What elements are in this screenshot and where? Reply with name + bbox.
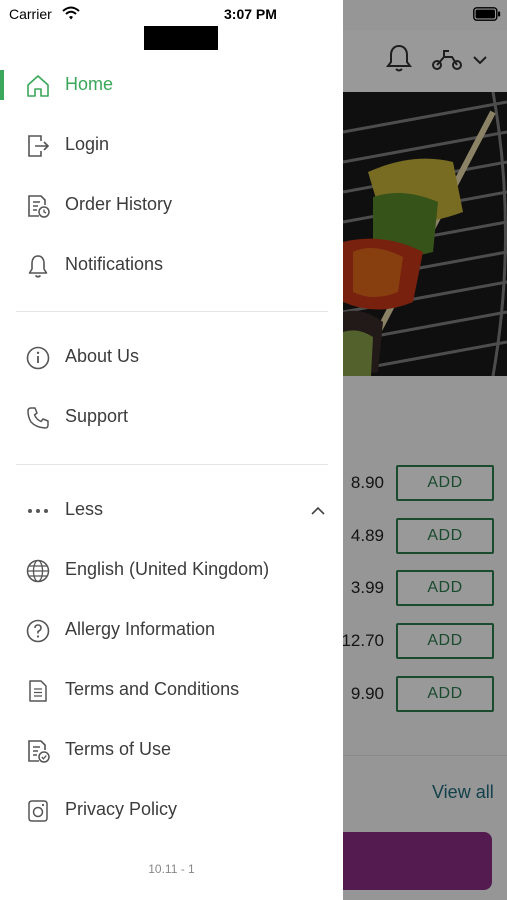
- status-bar: Carrier 3:07 PM: [0, 0, 507, 28]
- menu-item-label: Terms and Conditions: [65, 679, 240, 699]
- menu-item-order-history[interactable]: Order History: [0, 178, 343, 234]
- globe-icon: [24, 557, 52, 585]
- menu-item-label: About Us: [65, 346, 140, 366]
- menu-item-allergy-information[interactable]: Allergy Information: [0, 603, 343, 659]
- menu-item-support[interactable]: Support: [0, 390, 343, 446]
- document-check-icon: [24, 737, 52, 765]
- menu-item-language[interactable]: English (United Kingdom): [0, 543, 343, 599]
- menu-item-less[interactable]: Less: [0, 483, 343, 539]
- menu-item-home[interactable]: Home: [0, 58, 343, 114]
- login-icon: [24, 132, 52, 160]
- menu-item-label: Less: [65, 499, 104, 519]
- order-history-icon: [24, 192, 52, 220]
- phone-icon: [24, 404, 52, 432]
- separator: [16, 464, 328, 465]
- menu-item-label: Allergy Information: [65, 619, 216, 639]
- separator: [16, 311, 328, 312]
- menu-item-label: Notifications: [65, 254, 164, 274]
- menu-item-about-us[interactable]: About Us: [0, 330, 343, 386]
- menu-item-label: English (United Kingdom): [65, 559, 270, 579]
- chevron-up-icon[interactable]: [310, 505, 326, 517]
- wifi-icon: [62, 6, 80, 20]
- menu-item-label: Support: [65, 406, 129, 426]
- battery-icon: [473, 7, 501, 21]
- bell-icon: [24, 252, 52, 280]
- navigation-drawer: Home Login Order History Notifications A…: [0, 0, 343, 900]
- more-dots-icon: [24, 497, 52, 525]
- question-icon: [24, 617, 52, 645]
- info-icon: [24, 344, 52, 372]
- menu-item-label: Privacy Policy: [65, 799, 178, 819]
- menu-item-label: Login: [65, 134, 110, 154]
- menu-item-terms-and-conditions[interactable]: Terms and Conditions: [0, 663, 343, 719]
- document-icon: [24, 677, 52, 705]
- menu-item-login[interactable]: Login: [0, 118, 343, 174]
- menu-item-label: Order History: [65, 194, 173, 214]
- home-icon: [24, 72, 52, 100]
- app-version: 10.11 - 1: [148, 862, 195, 876]
- clock: 3:07 PM: [224, 6, 277, 22]
- menu-item-label: Home: [65, 74, 114, 94]
- menu-item-label: Terms of Use: [65, 739, 172, 759]
- menu-item-notifications[interactable]: Notifications: [0, 238, 343, 294]
- privacy-icon: [24, 797, 52, 825]
- redacted-block: [144, 26, 218, 50]
- menu-item-privacy-policy[interactable]: Privacy Policy: [0, 783, 343, 839]
- menu-item-terms-of-use[interactable]: Terms of Use: [0, 723, 343, 779]
- carrier-label: Carrier: [9, 6, 52, 22]
